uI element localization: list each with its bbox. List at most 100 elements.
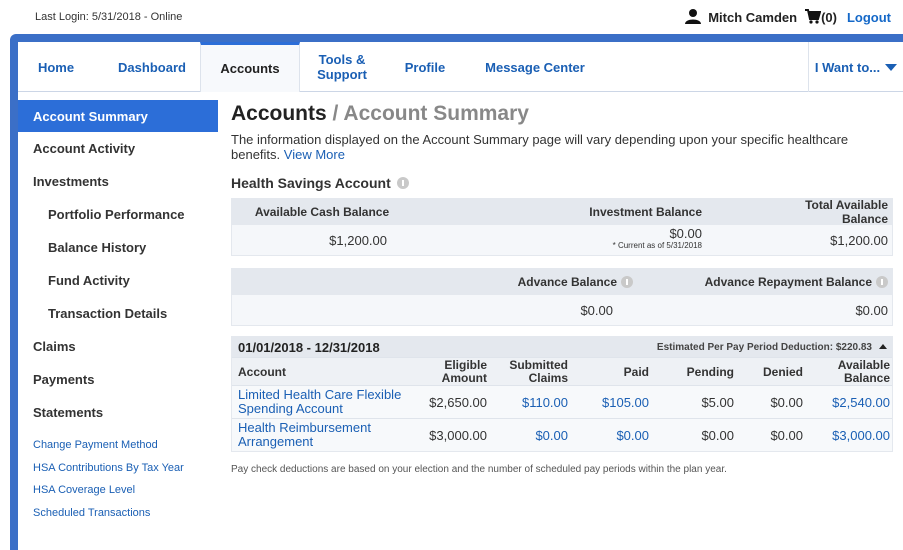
advance-balance-header: Advance Balance Advance Repayment Balanc…	[232, 269, 892, 295]
collapse-icon[interactable]	[879, 344, 887, 349]
plan-table-header: Account Eligible Amount Submitted Claims…	[232, 357, 892, 385]
col-eligible-amount: Eligible Amount	[422, 358, 487, 385]
col-available-cash: Available Cash Balance	[254, 205, 390, 219]
col-total-available: Total Available Balance	[805, 198, 888, 226]
nav-dashboard[interactable]: Dashboard	[104, 42, 200, 92]
cart-count: (0)	[821, 10, 837, 25]
nav-profile[interactable]: Profile	[390, 42, 460, 92]
submitted-claims-link[interactable]: $110.00	[487, 395, 568, 410]
nav-tools-support[interactable]: Tools & Support	[302, 42, 382, 92]
link-hsa-contributions[interactable]: HSA Contributions By Tax Year	[18, 457, 218, 480]
pending-amount: $0.00	[701, 427, 734, 443]
advance-balance-row: $0.00 $0.00	[232, 295, 892, 325]
denied-amount: $0.00	[770, 427, 803, 443]
eligible-amount: $2,650.00	[429, 394, 487, 410]
content-panel: Home Dashboard Accounts Tools & Support …	[18, 42, 903, 550]
user-name: Mitch Camden	[708, 10, 798, 25]
top-bar: Last Login: 5/31/2018 - Online Mitch Cam…	[0, 0, 903, 34]
main-content: Accounts / Account Summary The informati…	[231, 100, 893, 475]
cart-button[interactable]: (0)	[805, 8, 837, 27]
col-available-balance: Available Balance	[803, 357, 892, 385]
paid-link[interactable]: $105.00	[568, 395, 649, 410]
sidebar-item-statements[interactable]: Statements	[18, 396, 218, 429]
info-icon[interactable]	[621, 276, 633, 288]
page-title-sub: Account Summary	[343, 102, 529, 125]
sidebar-item-payments[interactable]: Payments	[18, 363, 218, 396]
col-submitted-claims: Submitted Claims	[487, 357, 568, 385]
link-hsa-coverage-level[interactable]: HSA Coverage Level	[18, 479, 218, 502]
nav-message-center[interactable]: Message Center	[476, 42, 594, 92]
last-login-status: Last Login: 5/31/2018 - Online	[35, 11, 183, 23]
plan-table: 01/01/2018 - 12/31/2018 Estimated Per Pa…	[231, 336, 893, 452]
col-denied: Denied	[762, 364, 803, 379]
investment-balance-cell: $0.00 * Current as of 5/31/2018	[412, 226, 752, 252]
pending-amount: $5.00	[701, 394, 734, 410]
available-balance-link[interactable]: $2,540.00	[803, 395, 892, 410]
link-change-payment-method[interactable]: Change Payment Method	[18, 434, 218, 457]
sidebar-item-account-summary[interactable]: Account Summary	[18, 100, 218, 132]
user-area: Mitch Camden (0) Logout	[684, 8, 891, 27]
intro-text: The information displayed on the Account…	[231, 132, 871, 162]
denied-amount: $0.00	[770, 394, 803, 410]
nav-accounts[interactable]: Accounts	[200, 42, 300, 92]
nav-tools-support-line1: Tools &	[318, 52, 366, 67]
i-want-to-label: I Want to...	[814, 59, 881, 75]
page-title: Accounts / Account Summary	[231, 100, 893, 128]
nav-tools-support-line2: Support	[317, 67, 367, 82]
sidebar: Account Summary Account Activity Investm…	[18, 100, 218, 524]
sidebar-item-investments[interactable]: Investments	[18, 165, 218, 198]
info-icon[interactable]	[396, 177, 409, 189]
col-paid: Paid	[623, 364, 649, 379]
available-cash-value: $1,200.00	[329, 232, 387, 248]
col-submitted-line1: Submitted	[509, 357, 568, 372]
account-link-fsa[interactable]: Limited Health Care Flexible Spending Ac…	[232, 388, 422, 416]
sidebar-item-balance-history[interactable]: Balance History	[18, 231, 218, 264]
hsa-title: Health Savings Account	[231, 175, 391, 191]
total-available-value: $1,200.00	[830, 232, 888, 248]
i-want-to-menu[interactable]: I Want to...	[808, 42, 903, 92]
sidebar-item-transaction-details[interactable]: Transaction Details	[18, 297, 218, 330]
advance-balance-label: Advance Balance	[517, 275, 617, 289]
main-nav: Home Dashboard Accounts Tools & Support …	[18, 42, 903, 92]
content-frame: Home Dashboard Accounts Tools & Support …	[10, 34, 903, 550]
info-icon[interactable]	[876, 276, 888, 288]
table-row: Limited Health Care Flexible Spending Ac…	[232, 385, 892, 418]
advance-repayment-label: Advance Repayment Balance	[704, 275, 872, 289]
investment-balance-value: $0.00	[669, 226, 702, 241]
col-available-line2: Balance	[843, 370, 890, 385]
sidebar-item-account-activity[interactable]: Account Activity	[18, 132, 218, 165]
advance-balance-value: $0.00	[580, 302, 613, 318]
col-investment-balance: Investment Balance	[589, 205, 702, 219]
sidebar-item-fund-activity[interactable]: Fund Activity	[18, 264, 218, 297]
col-advance-repayment: Advance Repayment Balance	[637, 275, 892, 289]
cart-icon	[805, 8, 822, 27]
page-title-separator: /	[326, 102, 344, 125]
estimated-deduction: Estimated Per Pay Period Deduction: $220…	[656, 341, 872, 353]
col-available-line1: Available	[837, 357, 890, 372]
submitted-claims-link[interactable]: $0.00	[487, 428, 568, 443]
hsa-balance-row: $1,200.00 $0.00 * Current as of 5/31/201…	[232, 225, 892, 255]
view-more-link[interactable]: View More	[284, 147, 345, 162]
advance-balance-table: Advance Balance Advance Repayment Balanc…	[231, 268, 893, 326]
plan-period: 01/01/2018 - 12/31/2018	[238, 339, 380, 355]
advance-repayment-value: $0.00	[855, 302, 888, 318]
col-pending: Pending	[686, 364, 734, 379]
page-title-main: Accounts	[231, 102, 327, 125]
hsa-heading: Health Savings Account	[231, 174, 893, 192]
current-as-of-note: * Current as of 5/31/2018	[612, 241, 702, 250]
col-account: Account	[238, 364, 286, 379]
col-submitted-line2: Claims	[528, 370, 568, 385]
eligible-amount: $3,000.00	[429, 427, 487, 443]
logout-link[interactable]: Logout	[847, 10, 891, 25]
available-balance-link[interactable]: $3,000.00	[803, 428, 892, 443]
nav-home[interactable]: Home	[26, 42, 86, 92]
chevron-down-icon	[885, 63, 898, 71]
sidebar-links: Change Payment Method HSA Contributions …	[18, 434, 218, 524]
paid-link[interactable]: $0.00	[568, 428, 649, 443]
hsa-balance-table: Available Cash Balance Investment Balanc…	[231, 198, 893, 256]
sidebar-item-portfolio-performance[interactable]: Portfolio Performance	[18, 198, 218, 231]
sidebar-item-claims[interactable]: Claims	[18, 330, 218, 363]
col-eligible-line2: Amount	[441, 370, 487, 385]
account-link-hra[interactable]: Health Reimbursement Arrangement	[232, 421, 422, 449]
link-scheduled-transactions[interactable]: Scheduled Transactions	[18, 502, 218, 525]
